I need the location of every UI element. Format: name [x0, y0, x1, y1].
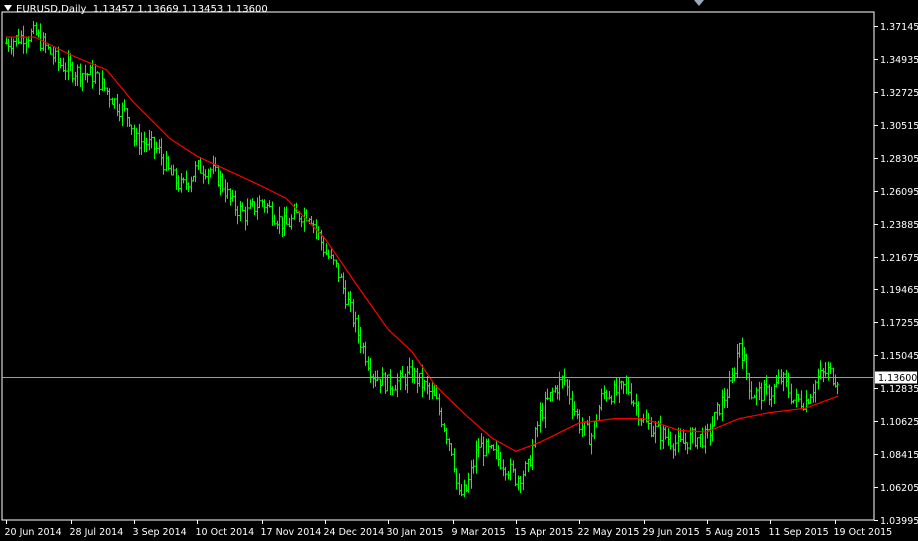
chart-header: EURUSD,Daily 1.13457 1.13669 1.13453 1.1…: [4, 4, 268, 15]
ohlc-readout: 1.13457 1.13669 1.13453 1.13600: [92, 4, 268, 15]
x-tick-label: 30 Jan 2015: [387, 527, 444, 538]
x-tick-label: 5 Aug 2015: [706, 527, 761, 538]
x-tick-label: 3 Sep 2014: [133, 527, 187, 538]
x-tick-label: 29 Jun 2015: [643, 527, 700, 538]
y-tick-label: 1.37145: [880, 22, 918, 33]
current-price-label: 1.13600: [878, 373, 917, 384]
price-chart[interactable]: 1.37145 1.34935 1.32725 1.30515 1.28305 1.260…: [0, 0, 918, 541]
y-tick-label: 1.34935: [880, 55, 918, 66]
y-tick-label: 1.21675: [880, 253, 918, 264]
y-tick-label: 1.08415: [880, 450, 918, 461]
x-tick-label: 10 Oct 2014: [196, 527, 255, 538]
x-tick-label: 22 May 2015: [578, 527, 640, 538]
y-tick-label: 1.28305: [880, 154, 918, 165]
y-tick-label: 1.23885: [880, 220, 918, 231]
y-tick-label: 1.03995: [880, 516, 918, 527]
y-tick-label: 1.10625: [880, 417, 918, 428]
x-tick-label: 9 Mar 2015: [452, 527, 506, 538]
chart-shift-icon[interactable]: [694, 0, 704, 6]
y-tick-label: 1.15045: [880, 351, 918, 362]
y-tick-label: 1.32725: [880, 88, 918, 99]
x-tick-label: 19 Oct 2015: [834, 527, 893, 538]
y-tick-label: 1.26095: [880, 187, 918, 198]
x-tick-label: 20 Jun 2014: [5, 527, 62, 538]
chart-window[interactable]: 1.37145 1.34935 1.32725 1.30515 1.28305 1.260…: [0, 0, 918, 541]
dropdown-triangle-icon[interactable]: [4, 5, 12, 11]
y-tick-label: 1.12835: [880, 384, 918, 395]
y-tick-label: 1.06205: [880, 483, 918, 494]
x-tick-label: 17 Nov 2014: [261, 527, 322, 538]
y-tick-label: 1.17255: [880, 318, 918, 329]
symbol-label: EURUSD,Daily: [16, 4, 87, 15]
x-tick-label: 28 Jul 2014: [70, 527, 124, 538]
price-bars: [5, 21, 839, 498]
y-tick-label: 1.19465: [880, 285, 918, 296]
x-tick-label: 24 Dec 2014: [324, 527, 385, 538]
x-tick-label: 11 Sep 2015: [769, 527, 829, 538]
plot-frame: [1, 11, 875, 521]
y-tick-label: 1.30515: [880, 121, 918, 132]
x-tick-label: 15 Apr 2015: [515, 527, 574, 538]
